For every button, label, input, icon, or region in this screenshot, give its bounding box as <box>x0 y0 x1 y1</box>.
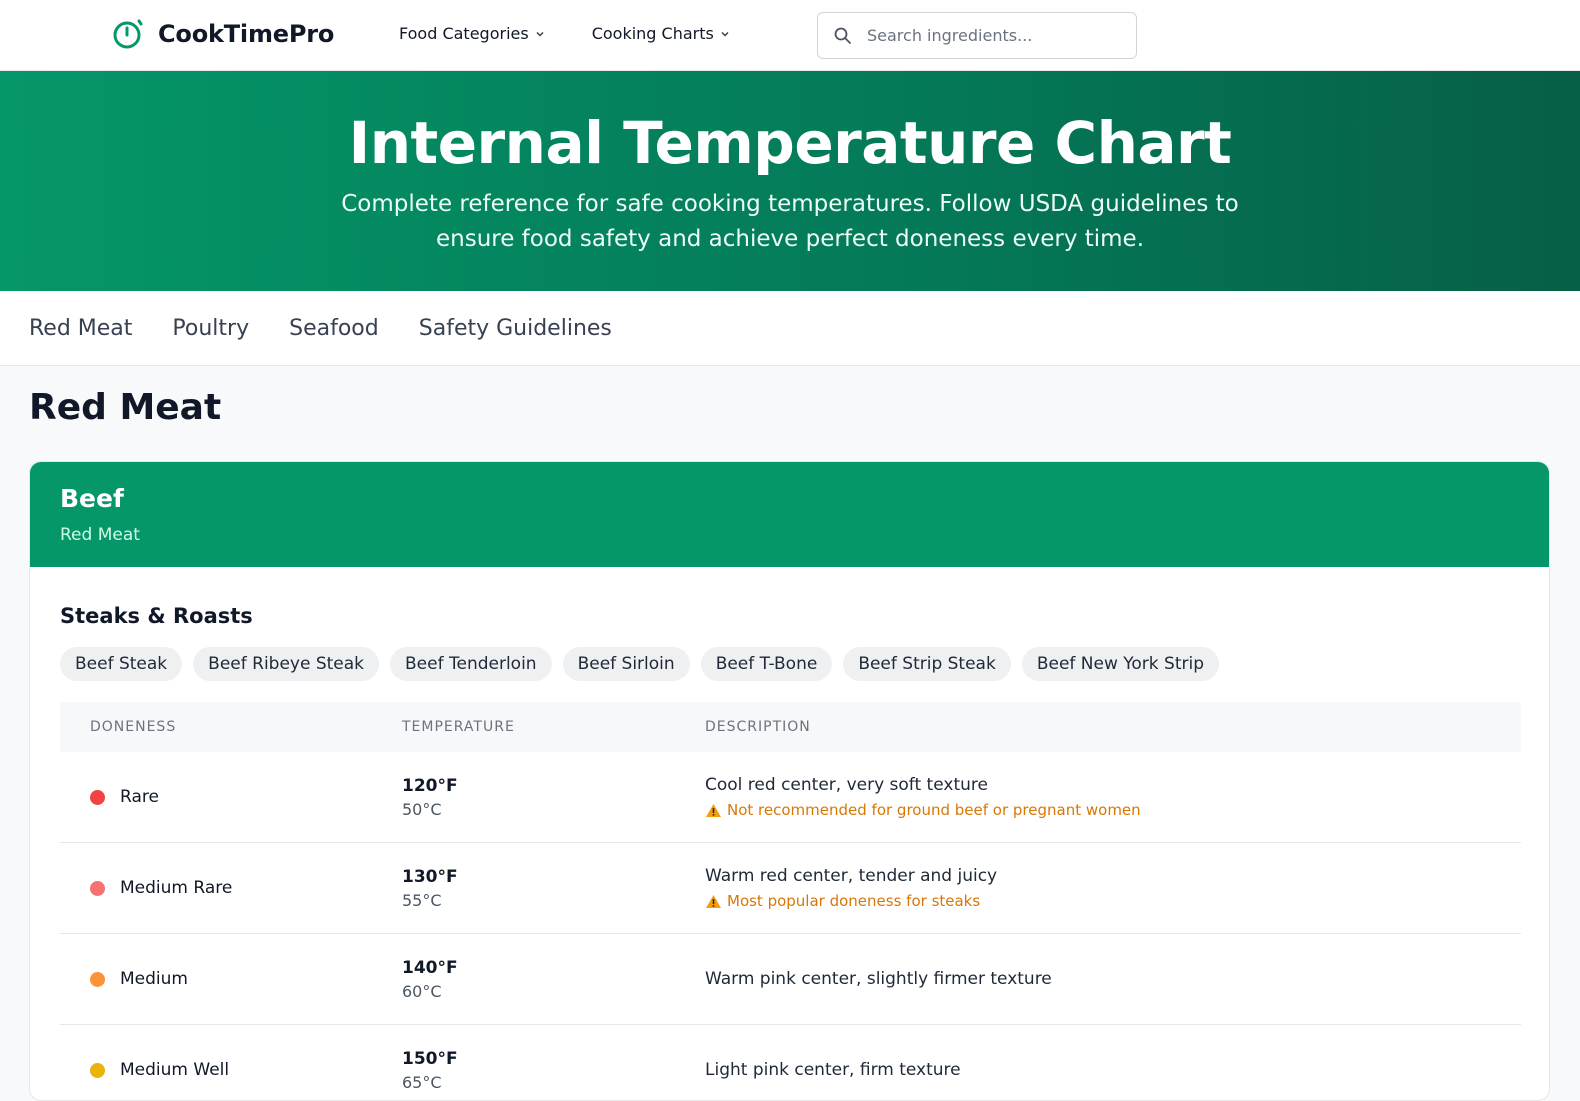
tab-seafood[interactable]: Seafood <box>289 316 379 341</box>
brand-name: CookTimePro <box>158 20 335 48</box>
header-doneness: DONENESS <box>90 719 177 735</box>
doneness-cell: Rare <box>90 787 402 807</box>
header-temperature: TEMPERATURE <box>402 719 515 735</box>
header-description: DESCRIPTION <box>705 719 811 735</box>
table-row: Medium Rare 130°F 55°C Warm red center, … <box>60 843 1521 934</box>
warning-icon <box>706 894 721 908</box>
category-tabs: Red Meat Poultry Seafood Safety Guidelin… <box>0 291 1580 366</box>
table-header: DONENESS TEMPERATURE DESCRIPTION <box>60 702 1521 752</box>
temp-fahrenheit: 150°F <box>402 1048 458 1069</box>
temp-celsius: 65°C <box>402 1072 442 1092</box>
doneness-dot <box>90 789 105 805</box>
group-title: Steaks & Roasts <box>60 604 253 628</box>
description: Light pink center, firm texture <box>705 1060 961 1080</box>
doneness-dot <box>90 880 105 896</box>
card-subtitle: Red Meat <box>60 525 140 545</box>
cut-chips: Beef Steak Beef Ribeye Steak Beef Tender… <box>60 647 1230 681</box>
beef-card: Beef Red Meat Steaks & Roasts Beef Steak… <box>29 461 1550 1101</box>
table-row: Rare 120°F 50°C Cool red center, very so… <box>60 752 1521 843</box>
nav-food-categories[interactable]: Food Categories <box>399 24 545 43</box>
nav-label: Food Categories <box>399 24 529 43</box>
temp-celsius: 55°C <box>402 890 442 910</box>
doneness-cell: Medium Rare <box>90 878 402 898</box>
warning-text: Not recommended for ground beef or pregn… <box>727 801 1141 819</box>
chevron-down-icon <box>721 31 729 37</box>
temp-fahrenheit: 140°F <box>402 957 458 978</box>
nav-cooking-charts[interactable]: Cooking Charts <box>592 24 730 43</box>
search-box <box>817 12 1137 59</box>
section-title: Red Meat <box>29 387 222 428</box>
chevron-down-icon <box>536 31 544 37</box>
description: Cool red center, very soft texture <box>705 775 988 795</box>
page-title: Internal Temperature Chart <box>348 109 1232 177</box>
search-icon <box>834 27 851 44</box>
doneness-label: Medium Rare <box>120 878 233 898</box>
card-header: Beef Red Meat <box>30 462 1549 567</box>
temp-fahrenheit: 120°F <box>402 775 458 796</box>
table-row: Medium 140°F 60°C Warm pink center, slig… <box>60 934 1521 1025</box>
doneness-dot <box>90 971 105 987</box>
top-navigation-bar: CookTimePro Food Categories Cooking Char… <box>0 0 1580 71</box>
warning-note: Most popular doneness for steaks <box>705 892 1521 910</box>
doneness-label: Medium <box>120 969 188 989</box>
chip-beef-tenderloin[interactable]: Beef Tenderloin <box>390 647 552 681</box>
chip-beef-sirloin[interactable]: Beef Sirloin <box>562 647 690 681</box>
chip-beef-ribeye-steak[interactable]: Beef Ribeye Steak <box>193 647 380 681</box>
card-title: Beef <box>60 484 124 513</box>
doneness-dot <box>90 1062 105 1078</box>
description: Warm pink center, slightly firmer textur… <box>705 969 1052 989</box>
chip-beef-new-york-strip[interactable]: Beef New York Strip <box>1021 647 1220 681</box>
tab-red-meat[interactable]: Red Meat <box>29 316 132 341</box>
hero-banner: Internal Temperature Chart Complete refe… <box>0 71 1580 291</box>
description: Warm red center, tender and juicy <box>705 866 998 886</box>
doneness-label: Medium Well <box>120 1060 230 1080</box>
main-nav: Food Categories Cooking Charts <box>399 24 777 43</box>
brand-logo[interactable]: CookTimePro <box>112 18 334 50</box>
temperature-table: DONENESS TEMPERATURE DESCRIPTION Rare 12… <box>60 702 1521 1100</box>
doneness-cell: Medium <box>90 969 402 989</box>
temp-celsius: 60°C <box>402 981 442 1001</box>
doneness-label: Rare <box>120 787 159 807</box>
chip-beef-steak[interactable]: Beef Steak <box>60 647 183 681</box>
warning-note: Not recommended for ground beef or pregn… <box>705 801 1521 819</box>
table-row: Medium Well 150°F 65°C Light pink center… <box>60 1025 1521 1100</box>
chip-beef-strip-steak[interactable]: Beef Strip Steak <box>843 647 1011 681</box>
tab-safety-guidelines[interactable]: Safety Guidelines <box>419 316 612 341</box>
page-subtitle: Complete reference for safe cooking temp… <box>341 191 1239 252</box>
search-input[interactable] <box>867 26 1117 45</box>
temp-celsius: 50°C <box>402 799 442 819</box>
tab-poultry[interactable]: Poultry <box>172 316 249 341</box>
doneness-cell: Medium Well <box>90 1060 402 1080</box>
stopwatch-icon <box>113 19 143 49</box>
warning-text: Most popular doneness for steaks <box>727 892 981 910</box>
temp-fahrenheit: 130°F <box>402 866 458 887</box>
chip-beef-t-bone[interactable]: Beef T-Bone <box>700 647 833 681</box>
warning-icon <box>706 803 721 817</box>
nav-label: Cooking Charts <box>591 24 714 43</box>
